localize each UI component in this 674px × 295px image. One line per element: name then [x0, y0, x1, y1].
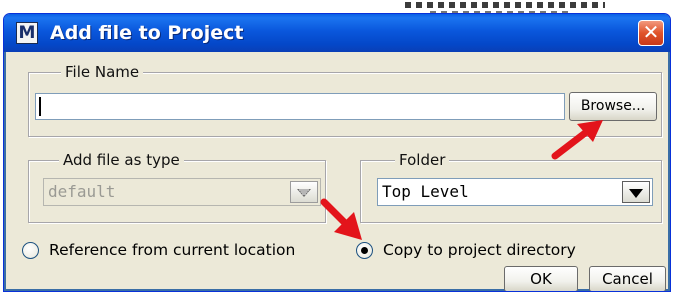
ok-button[interactable]: OK — [504, 266, 578, 291]
browse-button[interactable]: Browse... — [569, 92, 657, 121]
file-name-group: File Name Browse... — [28, 63, 662, 137]
file-type-dropdown[interactable]: default — [43, 178, 321, 206]
text-caret — [39, 97, 41, 116]
close-button[interactable]: ✕ — [638, 20, 664, 46]
dialog-title: Add file to Project — [50, 22, 244, 44]
dropdown-arrow-icon — [629, 189, 643, 198]
cancel-button[interactable]: Cancel — [589, 266, 666, 291]
file-type-group-label: Add file as type — [59, 151, 184, 169]
copy-to-project-label: Copy to project directory — [383, 241, 576, 259]
screenshot-stage: M Add file to Project ✕ File Name Browse… — [0, 0, 674, 295]
folder-group: Folder Top Level — [360, 151, 662, 223]
folder-dropdown[interactable]: Top Level — [377, 178, 653, 206]
title-bar[interactable]: M Add file to Project ✕ — [4, 14, 670, 52]
copy-to-project-radio[interactable] — [356, 241, 373, 259]
add-file-dialog: M Add file to Project ✕ File Name Browse… — [3, 13, 671, 292]
file-type-group: Add file as type default — [28, 151, 326, 223]
file-type-dropdown-button[interactable] — [290, 181, 318, 203]
copy-to-project-option[interactable]: Copy to project directory — [356, 241, 576, 259]
folder-group-label: Folder — [395, 151, 450, 169]
reference-location-option[interactable]: Reference from current location — [22, 241, 295, 259]
reference-location-radio[interactable] — [22, 241, 39, 259]
folder-dropdown-button[interactable] — [622, 181, 650, 203]
file-type-selected-value: default — [48, 182, 116, 201]
app-m-icon: M — [16, 22, 38, 44]
folder-selected-value: Top Level — [382, 182, 469, 201]
file-name-input[interactable] — [35, 93, 565, 120]
reference-location-label: Reference from current location — [49, 241, 296, 259]
dropdown-arrow-icon — [297, 189, 311, 197]
close-icon: ✕ — [642, 20, 660, 44]
background-window-fragment — [405, 2, 605, 8]
file-name-group-label: File Name — [61, 63, 144, 81]
